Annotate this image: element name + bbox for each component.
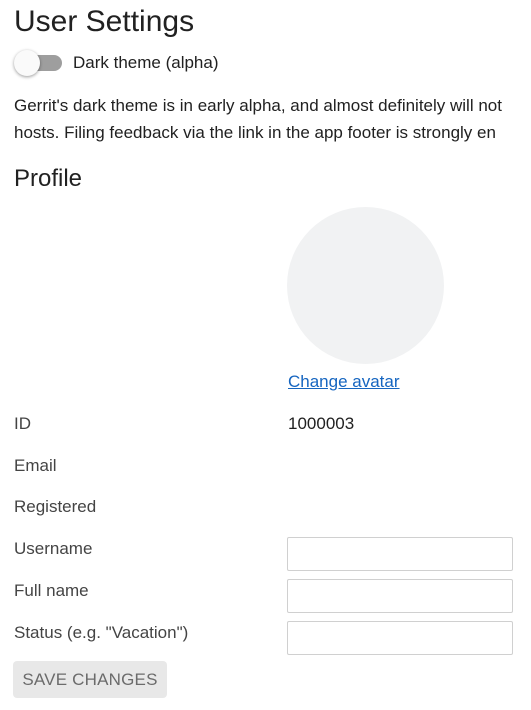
id-value: 1000003 [288,414,355,433]
settings-page: User Settings Dark theme (alpha) Gerrit'… [0,0,531,710]
avatar [287,207,444,364]
status-label: Status (e.g. "Vacation") [14,623,189,642]
fullname-input[interactable] [287,579,513,613]
dark-theme-label: Dark theme (alpha) [73,53,219,72]
fullname-label: Full name [14,581,89,600]
toggle-knob [14,50,40,76]
page-title: User Settings [14,5,195,38]
email-label: Email [14,456,57,475]
username-label: Username [14,539,93,558]
dark-theme-notice: Gerrit's dark theme is in early alpha, a… [14,92,531,146]
notice-line-1: Gerrit's dark theme is in early alpha, a… [14,96,502,115]
change-avatar-link[interactable]: Change avatar [288,372,400,392]
notice-line-2: hosts. Filing feedback via the link in t… [14,123,496,142]
profile-heading: Profile [14,165,83,192]
status-input[interactable] [287,621,513,655]
registered-label: Registered [14,497,97,516]
dark-theme-row: Dark theme (alpha) [14,48,219,78]
dark-theme-toggle[interactable] [14,48,62,78]
save-changes-button[interactable]: SAVE CHANGES [13,661,167,698]
id-label: ID [14,414,31,433]
username-input[interactable] [287,537,513,571]
